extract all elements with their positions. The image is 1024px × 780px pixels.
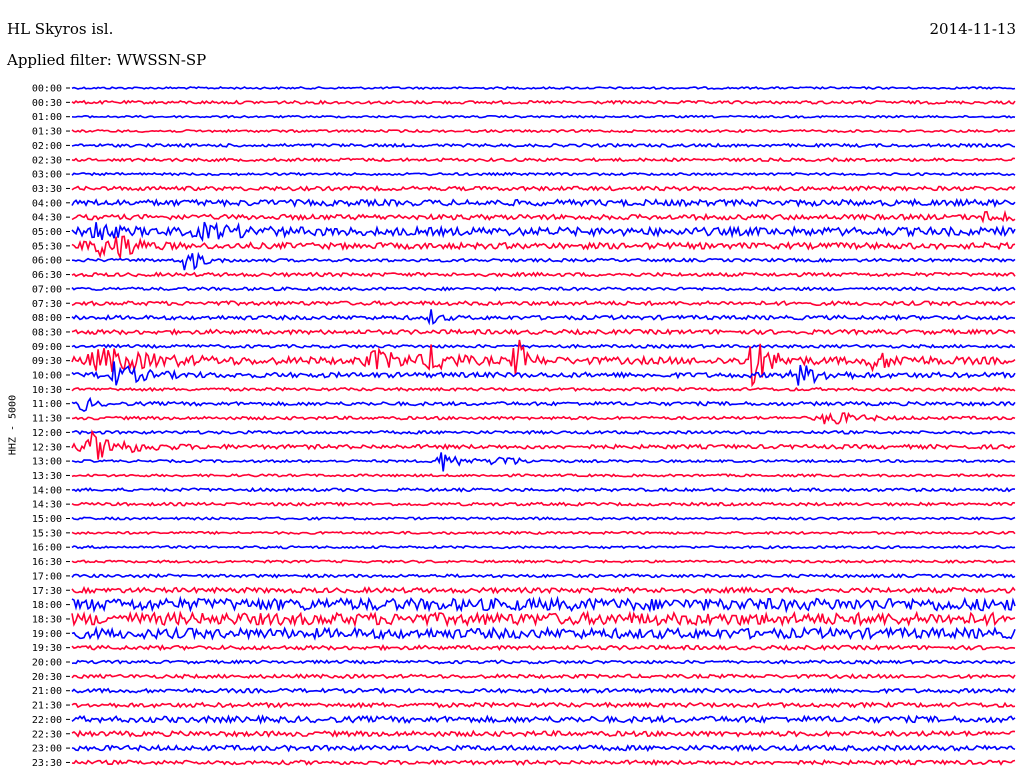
trace-2130 [71, 701, 1016, 709]
tick-label-1700: 17:00 [32, 571, 62, 582]
tick-label-2300: 23:00 [32, 744, 62, 755]
tick-label-0900: 09:00 [32, 342, 62, 353]
tick-label-1800: 18:00 [32, 600, 62, 611]
tick-label-0930: 09:30 [32, 356, 62, 367]
tick-label-2000: 20:00 [32, 658, 62, 669]
trace-0600 [71, 251, 1016, 271]
trace-2300 [71, 743, 1016, 753]
tick-label-1300: 13:00 [32, 457, 62, 468]
trace-1930 [71, 643, 1016, 652]
trace-2330 [71, 758, 1016, 767]
trace-1830 [71, 609, 1016, 628]
tick-label-1630: 16:30 [32, 557, 62, 568]
trace-1900 [71, 625, 1016, 641]
trace-1130 [71, 411, 1016, 425]
tick-label-1530: 15:30 [32, 528, 62, 539]
trace-0530 [71, 235, 1016, 261]
tick-label-1100: 11:00 [32, 399, 62, 410]
tick-label-0230: 02:30 [32, 155, 62, 166]
trace-0730 [71, 299, 1016, 307]
tick-label-1900: 19:00 [32, 629, 62, 640]
tick-label-1030: 10:30 [32, 385, 62, 396]
trace-0300 [71, 171, 1016, 177]
trace-0330 [71, 185, 1016, 192]
tick-label-2130: 21:30 [32, 701, 62, 712]
tick-label-1400: 14:00 [32, 485, 62, 496]
tick-label-1230: 12:30 [32, 442, 62, 453]
tick-label-1000: 10:00 [32, 371, 62, 382]
trace-0100 [71, 114, 1016, 119]
trace-0030 [71, 99, 1016, 106]
trace-1100 [71, 396, 1016, 413]
tick-label-1600: 16:00 [32, 543, 62, 554]
trace-0000 [71, 86, 1016, 90]
trace-0200 [71, 142, 1016, 149]
trace-1700 [71, 573, 1016, 579]
tick-label-1330: 13:30 [32, 471, 62, 482]
trace-0630 [71, 271, 1016, 278]
trace-1730 [71, 585, 1016, 595]
tick-label-1830: 18:30 [32, 614, 62, 625]
trace-1230 [71, 429, 1016, 460]
trace-1630 [71, 559, 1016, 564]
trace-1400 [71, 487, 1016, 493]
trace-0900 [71, 343, 1016, 349]
trace-1300 [71, 452, 1016, 472]
tick-label-0030: 00:30 [32, 98, 62, 109]
tick-label-2230: 22:30 [32, 729, 62, 740]
tick-label-0630: 06:30 [32, 270, 62, 281]
trace-0400 [71, 197, 1016, 208]
helicorder-plot: 00:00 00:30 01:00 01:30 02:00 02:30 03:00 03:30… [32, 84, 1016, 769]
trace-0430 [71, 209, 1016, 224]
tick-label-0400: 04:00 [32, 198, 62, 209]
trace-0500 [71, 221, 1016, 243]
trace-2230 [71, 729, 1016, 738]
tick-label-0000: 00:00 [32, 84, 62, 95]
tick-label-1200: 12:00 [32, 428, 62, 439]
trace-0700 [71, 286, 1016, 292]
trace-0130 [71, 128, 1016, 134]
tick-label-0800: 08:00 [32, 313, 62, 324]
trace-1200 [71, 429, 1016, 436]
trace-0830 [71, 328, 1016, 336]
trace-1330 [71, 473, 1016, 478]
tick-label-0700: 07:00 [32, 284, 62, 295]
trace-1500 [71, 516, 1016, 521]
tick-label-2330: 23:30 [32, 758, 62, 769]
tick-label-1430: 14:30 [32, 500, 62, 511]
tick-label-0100: 01:00 [32, 112, 62, 123]
tick-label-0430: 04:30 [32, 213, 62, 224]
trace-1600 [71, 544, 1016, 550]
tick-label-0200: 02:00 [32, 141, 62, 152]
tick-label-0730: 07:30 [32, 299, 62, 310]
tick-label-1730: 17:30 [32, 586, 62, 597]
tick-label-2100: 21:00 [32, 686, 62, 697]
trace-1430 [71, 501, 1016, 507]
tick-label-0600: 06:00 [32, 256, 62, 267]
tick-label-1500: 15:00 [32, 514, 62, 525]
tick-label-0500: 05:00 [32, 227, 62, 238]
trace-0230 [71, 157, 1016, 163]
tick-label-2030: 20:30 [32, 672, 62, 683]
tick-label-0830: 08:30 [32, 327, 62, 338]
trace-0800 [71, 309, 1016, 326]
tick-label-1130: 11:30 [32, 414, 62, 425]
tick-label-1930: 19:30 [32, 643, 62, 654]
trace-2000 [71, 659, 1016, 665]
trace-1530 [71, 530, 1016, 536]
tick-label-0530: 05:30 [32, 241, 62, 252]
tick-label-0330: 03:30 [32, 184, 62, 195]
tick-label-0130: 01:30 [32, 127, 62, 138]
trace-1800 [71, 595, 1016, 614]
trace-1030 [71, 386, 1016, 393]
trace-2200 [71, 714, 1016, 725]
tick-label-2200: 22:00 [32, 715, 62, 726]
trace-2030 [71, 673, 1016, 680]
trace-2100 [71, 686, 1016, 695]
tick-label-0300: 03:00 [32, 170, 62, 181]
